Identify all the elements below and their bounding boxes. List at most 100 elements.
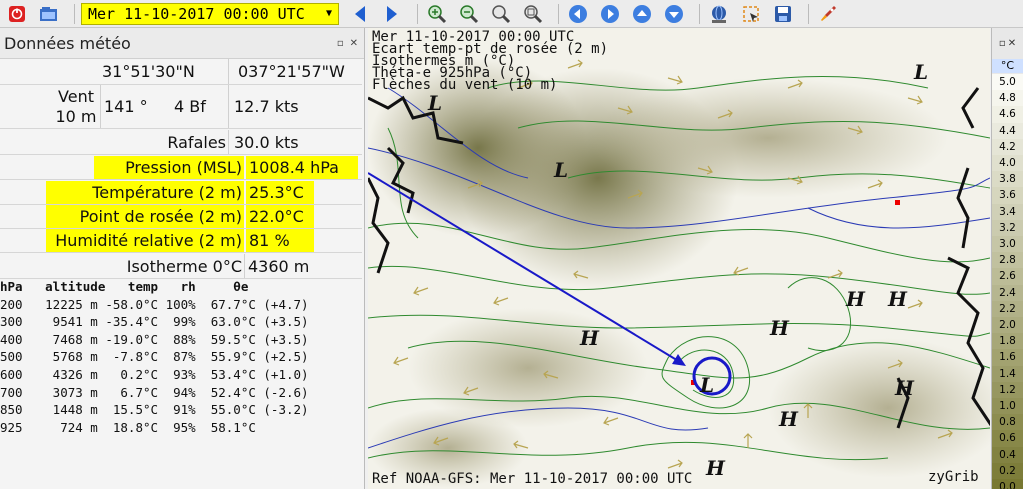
freezing-level-row: Isotherme 0°C 4360 m <box>0 254 362 279</box>
wind-direction: 141 ° <box>104 97 148 116</box>
scroll-down-icon[interactable] <box>661 2 687 26</box>
close-icon[interactable]: ✕ <box>1008 38 1016 49</box>
coordinates-row: 31°51'30"N 037°21'57"W <box>0 59 362 85</box>
quit-icon[interactable] <box>4 2 30 26</box>
divider <box>228 59 229 84</box>
divider <box>100 85 101 128</box>
panel-header: Données météo ▫ ✕ <box>0 28 364 59</box>
high-pressure-label: H <box>887 287 908 311</box>
sounding-header: hPa altitude temp rh θe <box>0 279 249 294</box>
toolbar-separator <box>74 3 75 24</box>
save-icon[interactable] <box>770 2 796 26</box>
pressure-label: Pression (MSL) <box>94 156 244 179</box>
legend-value: 3.2 <box>992 219 1023 236</box>
map-header-line: Flèches du vent (10 m) <box>372 77 558 93</box>
weather-data-panel: Données météo ▫ ✕ 31°51'30"N 037°21'57"W… <box>0 28 365 489</box>
next-icon[interactable] <box>379 2 405 26</box>
weather-map[interactable]: L L L H H H H H H H L Mer 11-10-2017 00:… <box>368 28 990 489</box>
freezing-level-value: 4360 m <box>248 256 310 276</box>
legend-value: 3.8 <box>992 171 1023 188</box>
legend-value: 5.0 <box>992 74 1023 91</box>
panel-title: Données météo <box>4 33 131 53</box>
zoom-selection-icon[interactable] <box>488 2 514 26</box>
gusts-label: Rafales <box>167 132 226 152</box>
legend-value: 3.6 <box>992 187 1023 204</box>
sounding-row: 600 4326 m 0.2°C 93% 53.4°C (+1.0) <box>0 366 309 382</box>
open-file-icon[interactable] <box>36 2 62 26</box>
toolbar-separator <box>417 3 418 24</box>
select-zone-icon[interactable] <box>738 2 764 26</box>
low-pressure-label: L <box>699 373 714 397</box>
toolbar-separator <box>558 3 559 24</box>
humidity-label: Humidité relative (2 m) <box>46 229 244 252</box>
sounding-table: hPa altitude temp rh θe 200 12225 m -58.… <box>0 278 362 436</box>
zoom-out-icon[interactable] <box>456 2 482 26</box>
sounding-row: 700 3073 m 6.7°C 94% 52.4°C (-2.6) <box>0 384 309 400</box>
close-icon[interactable]: ✕ <box>350 38 358 49</box>
zoom-all-icon[interactable] <box>520 2 546 26</box>
legend-value: 4.0 <box>992 155 1023 172</box>
pressure-row: Pression (MSL) 1008.4 hPa <box>0 156 362 180</box>
toolbar: Mer 11-10-2017 00:00 UTC ▼ <box>0 0 1023 28</box>
dew-point-label: Point de rosée (2 m) <box>46 205 244 228</box>
legend-value: 1.0 <box>992 398 1023 415</box>
legend-value: 4.8 <box>992 90 1023 107</box>
zoom-in-icon[interactable] <box>424 2 450 26</box>
gusts-value: 30.0 kts <box>234 132 299 152</box>
scroll-up-icon[interactable] <box>629 2 655 26</box>
legend-header: ▫ ✕ <box>992 28 1023 58</box>
high-pressure-label: H <box>778 407 799 431</box>
sounding-row: 400 7468 m -19.0°C 88% 59.5°C (+3.5) <box>0 331 309 347</box>
zygrib-window: Mer 11-10-2017 00:00 UTC ▼ Données météo… <box>0 0 1023 489</box>
sounding-row: 200 12225 m -58.0°C 100% 67.7°C (+4.7) <box>0 296 309 312</box>
legend-value: 2.4 <box>992 284 1023 301</box>
download-icon[interactable] <box>706 2 732 26</box>
wind-speed: 12.7 kts <box>234 97 299 116</box>
float-panel-icon[interactable]: ▫ <box>337 38 344 49</box>
dew-point-row: Point de rosée (2 m) 22.0°C <box>0 205 362 229</box>
scroll-right-icon[interactable] <box>597 2 623 26</box>
divider <box>244 254 245 278</box>
wind-label-line2: 10 m <box>55 107 97 126</box>
legend-value: 0.6 <box>992 430 1023 447</box>
legend-value: 0.8 <box>992 414 1023 431</box>
previous-icon[interactable] <box>347 2 373 26</box>
sounding-row: 300 9541 m -35.4°C 99% 63.0°C (+3.5) <box>0 314 309 330</box>
map-header: Mer 11-10-2017 00:00 UTC Ecart temp-pt d… <box>372 30 608 93</box>
color-legend: ▫ ✕ °C 5.0 4.8 4.6 4.4 4.2 4.0 3.8 3.6 3.4 3.2 3.0… <box>991 28 1023 489</box>
legend-value: 4.4 <box>992 122 1023 139</box>
legend-value: 3.0 <box>992 236 1023 253</box>
temperature-value: 25.3°C <box>246 181 314 204</box>
high-pressure-label: H <box>845 287 866 311</box>
legend-value: 2.2 <box>992 300 1023 317</box>
pressure-value: 1008.4 hPa <box>246 156 358 179</box>
wind-label-line1: Vent <box>58 87 94 106</box>
divider <box>228 130 229 154</box>
low-pressure-label: L <box>427 91 442 115</box>
latitude-value: 31°51'30"N <box>102 62 195 81</box>
gusts-row: Rafales 30.0 kts <box>0 130 362 155</box>
legend-value: 0.0 <box>992 479 1023 489</box>
sounding-row: 850 1448 m 15.5°C 91% 55.0°C (-3.2) <box>0 402 309 418</box>
float-panel-icon[interactable]: ▫ <box>999 38 1006 49</box>
sounding-row: 925 724 m 18.8°C 95% 58.1°C <box>0 419 256 435</box>
date-select[interactable]: Mer 11-10-2017 00:00 UTC ▼ <box>81 2 339 25</box>
legend-value: 2.0 <box>992 317 1023 334</box>
wind-row: Vent 10 m 141 ° 4 Bf 12.7 kts <box>0 85 362 129</box>
legend-value: 0.2 <box>992 462 1023 479</box>
divider <box>228 85 229 128</box>
scroll-left-icon[interactable] <box>565 2 591 26</box>
high-pressure-label: H <box>769 316 790 340</box>
rocket-icon[interactable] <box>815 2 841 26</box>
legend-unit: °C <box>992 59 1023 73</box>
high-pressure-label: H <box>705 456 726 480</box>
position-marker <box>895 200 900 205</box>
date-select-value: Mer 11-10-2017 00:00 UTC <box>88 4 305 23</box>
toolbar-separator <box>699 3 700 24</box>
temperature-label: Température (2 m) <box>46 181 244 204</box>
legend-value: 2.6 <box>992 268 1023 285</box>
legend-value: 1.6 <box>992 349 1023 366</box>
legend-value: 1.8 <box>992 333 1023 350</box>
legend-value: 4.6 <box>992 106 1023 123</box>
legend-value: 2.8 <box>992 252 1023 269</box>
